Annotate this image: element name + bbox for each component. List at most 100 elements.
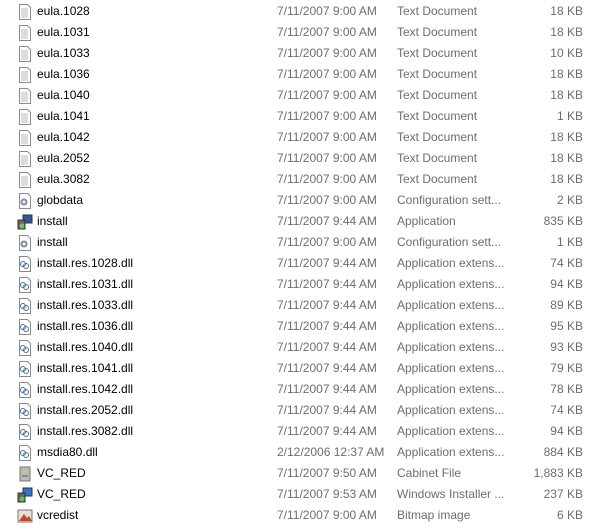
file-row[interactable]: install.res.3082.dll 7/11/2007 9:44 AM A… bbox=[0, 421, 595, 442]
bitmap-icon bbox=[17, 509, 33, 523]
file-type: Configuration sett... bbox=[397, 193, 502, 207]
file-row[interactable]: install.res.1042.dll 7/11/2007 9:44 AM A… bbox=[0, 379, 595, 400]
file-date: 7/11/2007 9:44 AM bbox=[277, 403, 377, 417]
file-row[interactable]: install.res.1031.dll 7/11/2007 9:44 AM A… bbox=[0, 274, 595, 295]
file-name: eula.1040 bbox=[37, 88, 90, 102]
file-size: 1 KB bbox=[556, 235, 583, 249]
file-date: 7/11/2007 9:00 AM bbox=[277, 193, 377, 207]
file-date: 7/11/2007 9:00 AM bbox=[277, 109, 377, 123]
file-row[interactable]: eula.1031 7/11/2007 9:00 AM Text Documen… bbox=[0, 22, 595, 43]
file-size: 884 KB bbox=[543, 445, 583, 459]
file-type: Application extens... bbox=[397, 319, 505, 333]
file-name: VC_RED bbox=[37, 466, 86, 480]
file-date: 7/11/2007 9:44 AM bbox=[277, 277, 377, 291]
file-date: 7/11/2007 9:44 AM bbox=[277, 298, 377, 312]
file-date: 7/11/2007 9:50 AM bbox=[277, 466, 377, 480]
file-date: 7/11/2007 9:00 AM bbox=[277, 25, 377, 39]
file-type: Text Document bbox=[397, 67, 478, 81]
file-name: vcredist bbox=[37, 508, 79, 522]
file-row[interactable]: install 7/11/2007 9:44 AM Application 83… bbox=[0, 211, 595, 232]
file-row[interactable]: eula.1041 7/11/2007 9:00 AM Text Documen… bbox=[0, 106, 595, 127]
file-row[interactable]: install.res.1040.dll 7/11/2007 9:44 AM A… bbox=[0, 337, 595, 358]
file-size: 79 KB bbox=[550, 361, 583, 375]
config-icon bbox=[19, 235, 31, 251]
file-size: 89 KB bbox=[550, 298, 583, 312]
file-row[interactable]: eula.3082 7/11/2007 9:00 AM Text Documen… bbox=[0, 169, 595, 190]
file-type: Application extens... bbox=[397, 445, 505, 459]
text-document-icon bbox=[19, 109, 31, 125]
file-date: 7/11/2007 9:00 AM bbox=[277, 130, 377, 144]
file-name: install.res.3082.dll bbox=[37, 424, 134, 438]
text-document-icon bbox=[19, 4, 31, 20]
file-date: 7/11/2007 9:44 AM bbox=[277, 361, 377, 375]
dll-icon bbox=[19, 403, 31, 419]
file-row[interactable]: eula.1033 7/11/2007 9:00 AM Text Documen… bbox=[0, 43, 595, 64]
file-row[interactable]: install 7/11/2007 9:00 AM Configuration … bbox=[0, 232, 595, 253]
file-size: 78 KB bbox=[550, 382, 583, 396]
dll-icon bbox=[19, 256, 31, 272]
file-type: Text Document bbox=[397, 88, 478, 102]
file-size: 74 KB bbox=[550, 256, 583, 270]
file-type: Text Document bbox=[397, 46, 478, 60]
file-row[interactable]: install.res.1033.dll 7/11/2007 9:44 AM A… bbox=[0, 295, 595, 316]
dll-icon bbox=[19, 424, 31, 440]
file-type: Application extens... bbox=[397, 277, 505, 291]
file-type: Application extens... bbox=[397, 403, 505, 417]
file-row[interactable]: eula.1028 7/11/2007 9:00 AM Text Documen… bbox=[0, 1, 595, 22]
file-name: eula.1036 bbox=[37, 67, 90, 81]
file-size: 94 KB bbox=[550, 424, 583, 438]
file-type: Application extens... bbox=[397, 382, 505, 396]
file-row[interactable]: vcredist 7/11/2007 9:00 AM Bitmap image … bbox=[0, 505, 595, 526]
text-document-icon bbox=[19, 151, 31, 167]
file-row[interactable]: install.res.1036.dll 7/11/2007 9:44 AM A… bbox=[0, 316, 595, 337]
file-date: 2/12/2006 12:37 AM bbox=[277, 445, 385, 459]
file-name: install.res.1028.dll bbox=[37, 256, 134, 270]
file-date: 7/11/2007 9:44 AM bbox=[277, 214, 377, 228]
file-size: 18 KB bbox=[550, 25, 583, 39]
dll-icon bbox=[19, 445, 31, 461]
file-row[interactable]: eula.1040 7/11/2007 9:00 AM Text Documen… bbox=[0, 85, 595, 106]
file-name: install.res.1031.dll bbox=[37, 277, 134, 291]
text-document-icon bbox=[19, 67, 31, 83]
file-date: 7/11/2007 9:00 AM bbox=[277, 67, 377, 81]
file-date: 7/11/2007 9:00 AM bbox=[277, 508, 377, 522]
file-row[interactable]: install.res.1028.dll 7/11/2007 9:44 AM A… bbox=[0, 253, 595, 274]
file-name: eula.1041 bbox=[37, 109, 90, 123]
file-type: Text Document bbox=[397, 25, 478, 39]
file-row[interactable]: globdata 7/11/2007 9:00 AM Configuration… bbox=[0, 190, 595, 211]
file-row[interactable]: VC_RED 7/11/2007 9:50 AM Cabinet File 1,… bbox=[0, 463, 595, 484]
file-row[interactable]: eula.1036 7/11/2007 9:00 AM Text Documen… bbox=[0, 64, 595, 85]
file-name: eula.1028 bbox=[37, 4, 90, 18]
file-size: 1 KB bbox=[556, 109, 583, 123]
file-date: 7/11/2007 9:44 AM bbox=[277, 424, 377, 438]
text-document-icon bbox=[19, 25, 31, 41]
file-row[interactable]: eula.1042 7/11/2007 9:00 AM Text Documen… bbox=[0, 127, 595, 148]
file-size: 18 KB bbox=[550, 67, 583, 81]
file-name: eula.1042 bbox=[37, 130, 90, 144]
file-size: 18 KB bbox=[550, 88, 583, 102]
file-row[interactable]: install.res.2052.dll 7/11/2007 9:44 AM A… bbox=[0, 400, 595, 421]
file-type: Bitmap image bbox=[397, 508, 471, 522]
text-document-icon bbox=[19, 88, 31, 104]
dll-icon bbox=[19, 361, 31, 377]
file-row[interactable]: msdia80.dll 2/12/2006 12:37 AM Applicati… bbox=[0, 442, 595, 463]
file-date: 7/11/2007 9:00 AM bbox=[277, 235, 377, 249]
dll-icon bbox=[19, 340, 31, 356]
msi-icon bbox=[17, 487, 33, 503]
file-name: install.res.1042.dll bbox=[37, 382, 134, 396]
file-name: eula.1033 bbox=[37, 46, 90, 60]
file-row[interactable]: install.res.1041.dll 7/11/2007 9:44 AM A… bbox=[0, 358, 595, 379]
file-type: Application extens... bbox=[397, 361, 505, 375]
file-type: Cabinet File bbox=[397, 466, 462, 480]
installer-icon bbox=[17, 214, 33, 230]
file-size: 237 KB bbox=[543, 487, 583, 501]
file-name: install.res.1036.dll bbox=[37, 319, 134, 333]
file-name: eula.2052 bbox=[37, 151, 90, 165]
file-name: VC_RED bbox=[37, 487, 86, 501]
config-icon bbox=[19, 193, 31, 209]
dll-icon bbox=[19, 382, 31, 398]
file-date: 7/11/2007 9:00 AM bbox=[277, 172, 377, 186]
file-row[interactable]: VC_RED 7/11/2007 9:53 AM Windows Install… bbox=[0, 484, 595, 505]
file-name: install bbox=[37, 235, 68, 249]
file-row[interactable]: eula.2052 7/11/2007 9:00 AM Text Documen… bbox=[0, 148, 595, 169]
